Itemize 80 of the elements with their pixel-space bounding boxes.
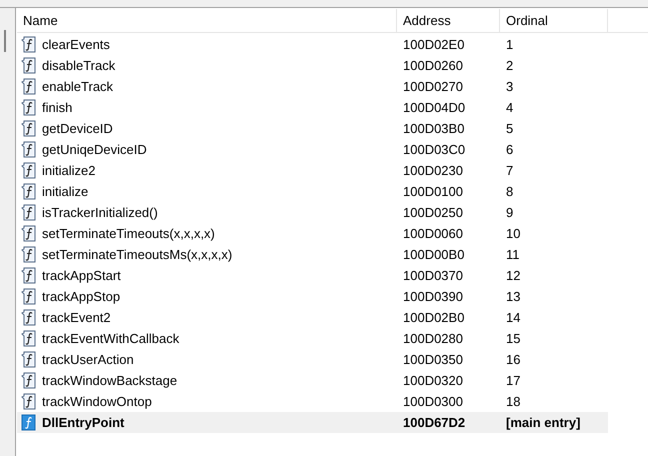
ordinal-cell: 7 <box>506 162 514 178</box>
function-name: getUniqeDeviceID <box>42 140 147 159</box>
address-cell: 100D03B0 <box>403 120 464 136</box>
ordinal-cell: 12 <box>506 268 520 283</box>
ordinal-cell: 18 <box>506 394 520 409</box>
ordinal-cell: 11 <box>506 246 520 262</box>
function-icon <box>21 120 36 137</box>
ordinal-cell: 2 <box>506 58 514 73</box>
function-icon <box>21 225 36 242</box>
function-icon <box>21 99 36 116</box>
function-icon <box>21 162 36 179</box>
address-cell: 100D0370 <box>403 268 463 283</box>
function-name: trackEvent2 <box>42 308 111 327</box>
address-cell: 100D0260 <box>403 58 463 73</box>
function-icon <box>21 57 36 74</box>
ordinal-cell: 5 <box>506 120 514 136</box>
function-icon <box>21 288 36 305</box>
function-name: trackWindowOntop <box>42 392 152 411</box>
function-name: trackAppStart <box>42 266 121 285</box>
address-cell: 100D67D2 <box>403 414 466 430</box>
address-cell: 100D0060 <box>403 226 463 241</box>
function-name: finish <box>42 98 72 117</box>
address-cell: 100D0300 <box>403 394 463 409</box>
ordinal-cell: 14 <box>506 310 520 325</box>
column-header[interactable]: Ordinal <box>500 9 608 32</box>
function-icon <box>21 183 36 200</box>
address-cell: 100D00B0 <box>403 246 464 262</box>
function-name: trackEventWithCallback <box>42 330 180 348</box>
address-cell: 100D0350 <box>403 352 463 367</box>
function-name: setTerminateTimeouts(x,x,x,x) <box>42 224 215 243</box>
function-name: initialize <box>42 182 88 201</box>
address-cell: 100D03C0 <box>403 142 466 157</box>
function-name: trackWindowBackstage <box>42 372 178 390</box>
ordinal-cell: 8 <box>506 184 514 199</box>
function-name: initialize2 <box>42 162 96 180</box>
function-name: disableTrack <box>42 56 116 75</box>
function-icon <box>21 414 36 431</box>
address-cell: 100D0390 <box>403 288 463 304</box>
address-cell: 100D0100 <box>403 184 463 199</box>
function-name: isTrackerInitialized() <box>42 204 158 222</box>
function-icon <box>21 372 36 389</box>
address-cell: 100D0270 <box>403 78 463 94</box>
function-icon <box>21 204 36 221</box>
function-name: clearEvents <box>42 36 110 54</box>
function-icon <box>21 330 36 347</box>
ordinal-cell: [main entry] <box>506 414 580 430</box>
function-name: enableTrack <box>42 78 114 96</box>
function-name: trackAppStop <box>42 288 120 306</box>
function-icon <box>21 246 36 263</box>
address-cell: 100D0320 <box>403 372 463 388</box>
function-name: setTerminateTimeoutsMs(x,x,x,x) <box>42 246 232 264</box>
column-header[interactable]: Address <box>397 9 500 32</box>
ordinal-cell: 1 <box>506 36 514 52</box>
function-icon <box>21 267 36 284</box>
function-icon <box>21 78 36 95</box>
ordinal-cell: 3 <box>506 78 514 94</box>
ordinal-cell: 10 <box>506 226 520 241</box>
table-row[interactable]: DllEntryPoint 100D67D2 [main entry] <box>17 412 608 433</box>
column-header[interactable]: Name <box>17 9 397 32</box>
ordinal-cell: 9 <box>506 204 514 220</box>
address-cell: 100D0250 <box>403 204 463 220</box>
ordinal-cell: 15 <box>506 330 520 346</box>
function-icon <box>21 36 36 53</box>
function-icon <box>21 351 36 368</box>
address-cell: 100D0230 <box>403 162 463 178</box>
address-cell: 100D02E0 <box>403 36 464 52</box>
function-icon <box>21 309 36 326</box>
function-name: getDeviceID <box>42 120 113 138</box>
ordinal-cell: 13 <box>506 288 520 304</box>
function-icon <box>21 393 36 410</box>
ordinal-cell: 16 <box>506 352 520 367</box>
function-name: trackUserAction <box>42 350 134 369</box>
address-cell: 100D04D0 <box>403 100 466 115</box>
ordinal-cell: 4 <box>506 100 514 115</box>
address-cell: 100D0280 <box>403 330 463 346</box>
function-icon <box>21 141 36 158</box>
ordinal-cell: 17 <box>506 372 520 388</box>
ordinal-cell: 6 <box>506 142 514 157</box>
address-cell: 100D02B0 <box>403 310 464 325</box>
function-name: DllEntryPoint <box>42 414 124 432</box>
